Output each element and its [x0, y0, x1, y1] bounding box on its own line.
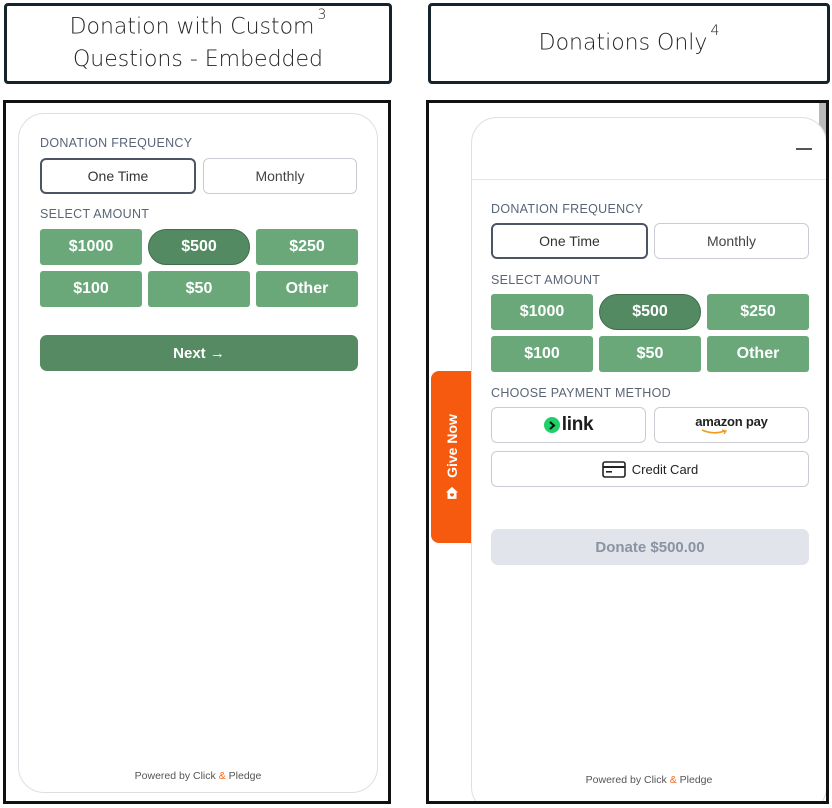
donate-button[interactable]: Donate $500.00 — [491, 529, 809, 565]
amount-other-button[interactable]: Other — [256, 271, 358, 307]
donations-only-frame: Give Now DONATION FREQUENCY One Time Mon… — [426, 100, 829, 804]
payment-method-label: CHOOSE PAYMENT METHOD — [491, 386, 671, 400]
home-heart-icon — [446, 486, 458, 499]
donation-form-card: DONATION FREQUENCY One Time Monthly SELE… — [18, 113, 378, 793]
link-pay-button[interactable]: link — [491, 407, 646, 443]
powered-suffix: Pledge — [679, 774, 713, 786]
powered-amp: & — [218, 770, 226, 782]
footnote-marker: 4 — [710, 23, 720, 40]
give-now-label: Give Now — [444, 414, 460, 478]
give-now-tab[interactable]: Give Now — [431, 371, 473, 543]
header-donation-custom-questions: Donation with Custom 3 Questions - Embedd… — [4, 3, 392, 84]
amount-100-button[interactable]: $100 — [491, 336, 593, 372]
credit-card-label: Credit Card — [631, 461, 699, 477]
header-right-line1: Donations Only — [538, 30, 708, 56]
powered-prefix: Powered by Click — [585, 774, 667, 786]
credit-card-icon — [601, 460, 626, 478]
amount-other-button[interactable]: Other — [707, 336, 809, 372]
minimize-icon[interactable] — [796, 148, 812, 150]
link-label: link — [561, 414, 594, 435]
amount-1000-button[interactable]: $1000 — [491, 294, 593, 330]
powered-prefix: Powered by Click — [134, 770, 216, 782]
frequency-label: DONATION FREQUENCY — [40, 136, 193, 150]
header-left-line1: Donation with Custom — [69, 14, 315, 40]
frequency-one-time-button[interactable]: One Time — [491, 223, 648, 259]
amount-250-button[interactable]: $250 — [707, 294, 809, 330]
amount-label: SELECT AMOUNT — [491, 273, 601, 287]
header-left-line2: Questions - Embedded — [72, 46, 324, 72]
amount-500-button[interactable]: $500 — [148, 229, 250, 265]
frequency-monthly-button[interactable]: Monthly — [654, 223, 809, 259]
amazon-smile-icon — [702, 429, 728, 435]
footnote-marker: 3 — [317, 7, 327, 24]
amazon-pay-label: amazon pay — [695, 414, 768, 429]
link-logo-icon — [543, 417, 560, 433]
amazon-pay-button[interactable]: amazon pay — [654, 407, 809, 443]
amount-label: SELECT AMOUNT — [40, 207, 150, 221]
frequency-label: DONATION FREQUENCY — [491, 202, 644, 216]
amount-50-button[interactable]: $50 — [599, 336, 701, 372]
header-donations-only: Donations Only 4 — [428, 3, 830, 84]
frequency-one-time-button[interactable]: One Time — [40, 158, 196, 194]
embedded-form-frame: DONATION FREQUENCY One Time Monthly SELE… — [3, 100, 391, 804]
amount-500-button[interactable]: $500 — [599, 294, 701, 330]
frequency-monthly-button[interactable]: Monthly — [203, 158, 357, 194]
powered-by-footer[interactable]: Powered by Click & Pledge — [19, 770, 377, 782]
credit-card-button[interactable]: Credit Card — [491, 451, 809, 487]
header-divider — [472, 179, 826, 180]
powered-amp: & — [669, 774, 677, 786]
amount-50-button[interactable]: $50 — [148, 271, 250, 307]
amount-250-button[interactable]: $250 — [256, 229, 358, 265]
donation-form-card: DONATION FREQUENCY One Time Monthly SELE… — [471, 117, 826, 801]
amount-1000-button[interactable]: $1000 — [40, 229, 142, 265]
powered-by-footer[interactable]: Powered by Click & Pledge — [472, 774, 826, 786]
next-button[interactable]: Next → — [40, 335, 358, 371]
powered-suffix: Pledge — [228, 770, 262, 782]
amount-100-button[interactable]: $100 — [40, 271, 142, 307]
